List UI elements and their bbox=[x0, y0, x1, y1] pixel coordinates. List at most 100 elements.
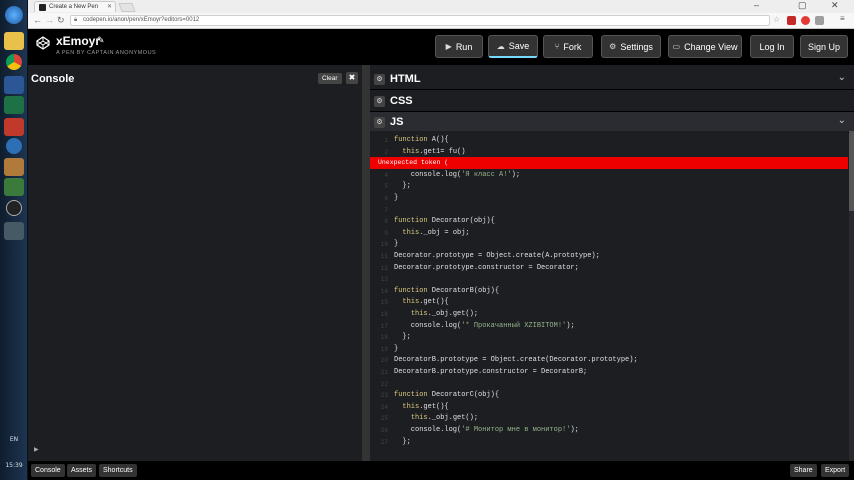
code-text: this.get(){ bbox=[402, 402, 449, 411]
code-line[interactable]: 13 bbox=[370, 274, 848, 286]
page-info-icon[interactable]: 🔒︎ bbox=[74, 17, 77, 24]
minimize-icon[interactable]: – bbox=[754, 0, 759, 10]
css-settings-gear-icon[interactable]: ⚙ bbox=[374, 96, 385, 107]
code-line[interactable]: 17 console.log('* Прокачанный XZIBITOM!'… bbox=[370, 321, 848, 333]
extension-icon-3[interactable] bbox=[815, 16, 824, 25]
window-close-icon[interactable]: ✕ bbox=[831, 0, 839, 11]
js-code-editor[interactable]: 1function A(){2 this.get1= fu()34 consol… bbox=[370, 131, 848, 461]
code-line[interactable]: 19} bbox=[370, 344, 848, 356]
chrome-icon[interactable] bbox=[6, 54, 22, 70]
forward-icon[interactable]: → bbox=[45, 15, 54, 25]
code-line[interactable]: 1 function A(){ bbox=[370, 135, 848, 147]
codepen-logo-icon[interactable] bbox=[36, 36, 50, 50]
share-button[interactable]: Share bbox=[790, 464, 817, 477]
obs-icon[interactable] bbox=[6, 200, 22, 216]
change-view-button[interactable]: ▭ Change View bbox=[668, 35, 742, 58]
star-icon[interactable]: ☆ bbox=[773, 15, 782, 24]
chevron-down-icon[interactable]: ⌄ bbox=[838, 115, 846, 126]
browser-chrome: Create a New Pen ✕ – ▢ ✕ ← → ↻ 🔒︎ codepe… bbox=[28, 0, 854, 29]
language-indicator[interactable]: EN bbox=[0, 436, 28, 443]
code-line[interactable]: 7 bbox=[370, 205, 848, 217]
js-editor-header[interactable]: ⚙ JS ⌄ bbox=[370, 112, 854, 133]
excel-icon[interactable] bbox=[4, 96, 24, 114]
settings-button[interactable]: ⚙ Settings bbox=[601, 35, 661, 58]
code-line[interactable]: 5 }; bbox=[370, 181, 848, 193]
code-text: this._obj.get(); bbox=[410, 414, 479, 423]
sound-icon[interactable] bbox=[4, 178, 24, 196]
code-text: Decorator.prototype = Object.create(A.pr… bbox=[394, 252, 600, 260]
signup-button[interactable]: Sign Up bbox=[800, 35, 848, 58]
chevron-down-icon[interactable]: ⌄ bbox=[838, 72, 846, 83]
line-number: 18 bbox=[380, 334, 388, 342]
tab-close-icon[interactable]: ✕ bbox=[107, 3, 112, 10]
code-text: console.log('Я класс А!'); bbox=[394, 170, 521, 179]
code-line[interactable]: 15 this.get(){ bbox=[370, 297, 848, 309]
shortcuts-button[interactable]: Shortcuts bbox=[99, 464, 137, 477]
word-icon[interactable] bbox=[4, 76, 24, 94]
code-line[interactable]: 4 console.log('Я класс А!'); bbox=[370, 170, 848, 182]
clock[interactable]: 15:39 bbox=[0, 462, 28, 469]
windows-taskbar: EN 15:39 bbox=[0, 0, 28, 480]
code-line[interactable]: 21 DecoratorB.prototype.constructor = Dec… bbox=[370, 367, 848, 379]
code-text: DecoratorB.prototype = Object.create(Dec… bbox=[394, 356, 638, 365]
console-toggle-button[interactable]: Console bbox=[31, 464, 65, 477]
code-line[interactable]: 25 this._obj.get(); bbox=[370, 413, 848, 425]
panel-resizer[interactable] bbox=[362, 65, 370, 461]
code-line[interactable]: 16 this._obj.get(); bbox=[370, 309, 848, 321]
html-settings-gear-icon[interactable]: ⚙ bbox=[374, 74, 385, 85]
code-text: this.get(){ bbox=[402, 298, 449, 307]
code-line[interactable]: 10} bbox=[370, 239, 848, 251]
assets-button[interactable]: Assets bbox=[67, 464, 97, 477]
scrollbar-thumb[interactable] bbox=[849, 131, 854, 211]
back-icon[interactable]: ← bbox=[33, 15, 42, 25]
code-line[interactable]: 8 function Decorator(obj){ bbox=[370, 216, 848, 228]
app-icon[interactable] bbox=[4, 118, 24, 136]
clear-console-button[interactable]: Clear bbox=[318, 73, 342, 84]
code-line[interactable]: 26 console.log('# Монитор мне в монитор!… bbox=[370, 425, 848, 437]
export-button[interactable]: Export bbox=[821, 464, 850, 477]
html-editor-header[interactable]: ⚙ HTML ⌄ bbox=[370, 69, 854, 90]
code-text: console.log('# Монитор мне в монитор!'); bbox=[394, 426, 579, 434]
css-editor-header[interactable]: ⚙ CSS bbox=[370, 91, 854, 112]
code-line[interactable]: 14 function DecoratorB(obj){ bbox=[370, 286, 848, 298]
code-line[interactable]: 11 Decorator.prototype = Object.create(A.… bbox=[370, 251, 848, 263]
login-label: Log In bbox=[759, 41, 785, 52]
browser-tab[interactable]: Create a New Pen ✕ bbox=[34, 1, 116, 12]
close-console-icon[interactable]: ✖ bbox=[346, 72, 358, 84]
folder-icon[interactable] bbox=[4, 32, 24, 50]
new-tab-button[interactable] bbox=[118, 3, 136, 12]
address-bar[interactable]: 🔒︎ codepen.io/anon/pen/xEmoyr?editors=00… bbox=[70, 15, 770, 26]
globe-icon[interactable] bbox=[6, 138, 22, 154]
extension-icon-2[interactable] bbox=[801, 16, 810, 25]
pen-title[interactable]: xEmoyr bbox=[56, 34, 100, 48]
media-icon[interactable] bbox=[4, 158, 24, 176]
console-prompt-icon[interactable]: ▶ bbox=[34, 446, 39, 453]
code-line[interactable]: 12 Decorator.prototype.constructor = Deco… bbox=[370, 263, 848, 275]
extension-icon[interactable] bbox=[787, 16, 796, 25]
line-number: 26 bbox=[380, 427, 388, 434]
save-label: Save bbox=[508, 41, 530, 51]
code-line[interactable]: 9 this._obj = obj; bbox=[370, 228, 848, 240]
windows-start-icon[interactable] bbox=[5, 6, 23, 24]
code-line[interactable]: 24 this.get(){ bbox=[370, 402, 848, 414]
code-line[interactable]: 18 }; bbox=[370, 332, 848, 344]
screen-icon[interactable] bbox=[4, 222, 24, 240]
code-text: } bbox=[394, 194, 399, 202]
code-line[interactable]: 22 bbox=[370, 379, 848, 391]
reload-icon[interactable]: ↻ bbox=[57, 15, 65, 26]
save-button[interactable]: ☁ Save bbox=[488, 35, 538, 58]
menu-icon[interactable]: ≡ bbox=[840, 14, 849, 23]
code-line[interactable]: 27 }; bbox=[370, 437, 848, 449]
code-text: }; bbox=[394, 333, 411, 342]
login-button[interactable]: Log In bbox=[750, 35, 794, 58]
run-button[interactable]: ▶ Run bbox=[435, 35, 483, 58]
code-line[interactable]: 23 function DecoratorC(obj){ bbox=[370, 390, 848, 402]
fork-button[interactable]: ⑂ Fork bbox=[543, 35, 593, 58]
edit-pencil-icon[interactable]: ✎ bbox=[97, 35, 105, 46]
editor-scrollbar[interactable] bbox=[849, 131, 854, 461]
js-settings-gear-icon[interactable]: ⚙ bbox=[374, 117, 385, 128]
code-line[interactable]: 6} bbox=[370, 193, 848, 205]
maximize-icon[interactable]: ▢ bbox=[798, 0, 807, 11]
code-line[interactable]: 20 DecoratorB.prototype = Object.create(D… bbox=[370, 355, 848, 367]
html-editor-title: HTML bbox=[390, 73, 421, 85]
